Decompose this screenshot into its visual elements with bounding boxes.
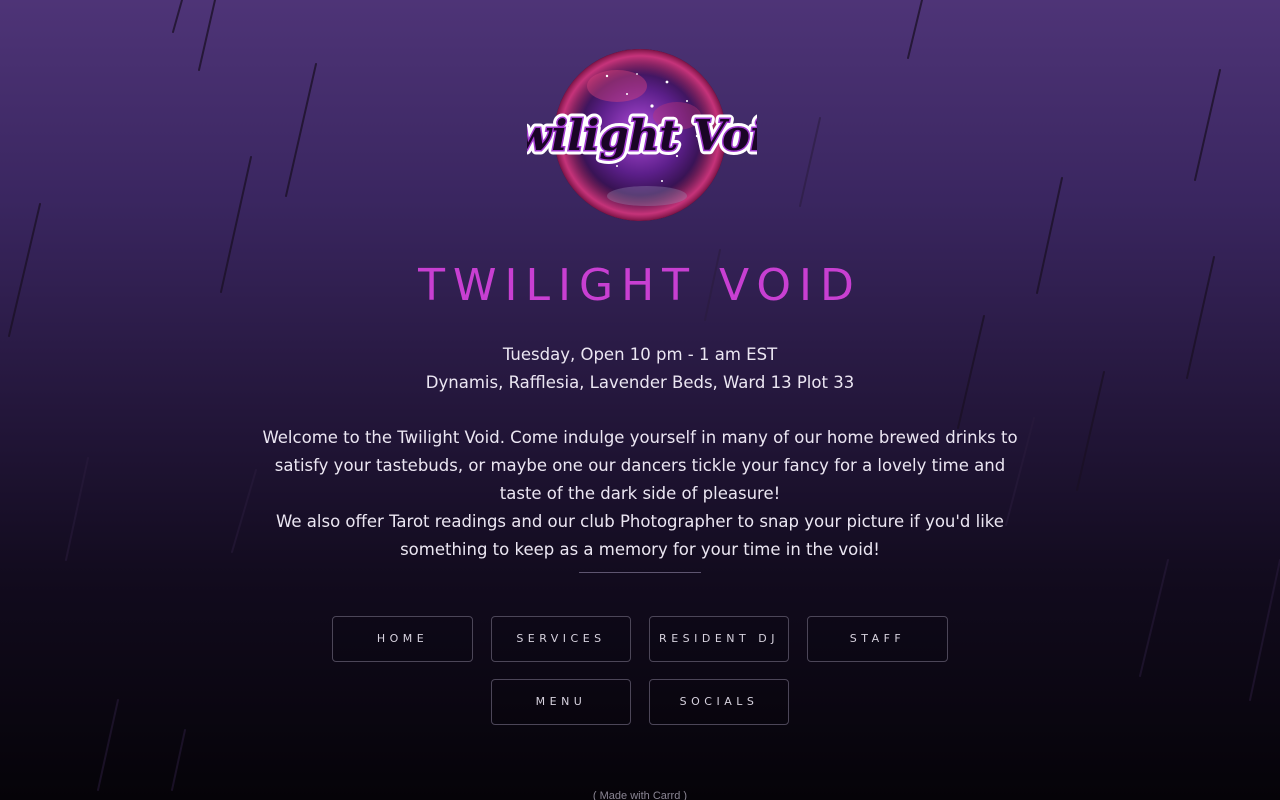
socials-button[interactable]: SOCIALS — [649, 679, 789, 725]
venue-location: Dynamis, Rafflesia, Lavender Beds, Ward … — [425, 373, 855, 392]
opening-hours: Tuesday, Open 10 pm - 1 am EST — [502, 345, 778, 364]
menu-button[interactable]: MENU — [491, 679, 631, 725]
services-button[interactable]: SERVICES — [491, 616, 631, 662]
logo-text-fill: Twilight Void — [527, 111, 757, 160]
footer: ( Made with Carrd ) — [0, 788, 1280, 800]
about-text: Welcome to the Twilight Void. Come indul… — [262, 424, 1018, 564]
page: Twilight Void Twilight Void Twilight Voi… — [0, 0, 1280, 800]
staff-button[interactable]: STAFF — [807, 616, 948, 662]
about-paragraph-welcome: Welcome to the Twilight Void. Come indul… — [262, 428, 1018, 503]
info-block: Tuesday, Open 10 pm - 1 am EST Dynamis, … — [0, 341, 1280, 397]
twilight-void-logo: Twilight Void Twilight Void Twilight Voi… — [527, 49, 757, 221]
home-button[interactable]: HOME — [332, 616, 473, 662]
made-with-carrd-link[interactable]: ( Made with Carrd ) — [593, 790, 687, 800]
page-title: TWILIGHT VOID — [418, 260, 862, 311]
resident-dj-button[interactable]: RESIDENT DJ — [649, 616, 789, 662]
divider — [579, 572, 701, 573]
about-paragraph-services: We also offer Tarot readings and our clu… — [276, 512, 1004, 559]
